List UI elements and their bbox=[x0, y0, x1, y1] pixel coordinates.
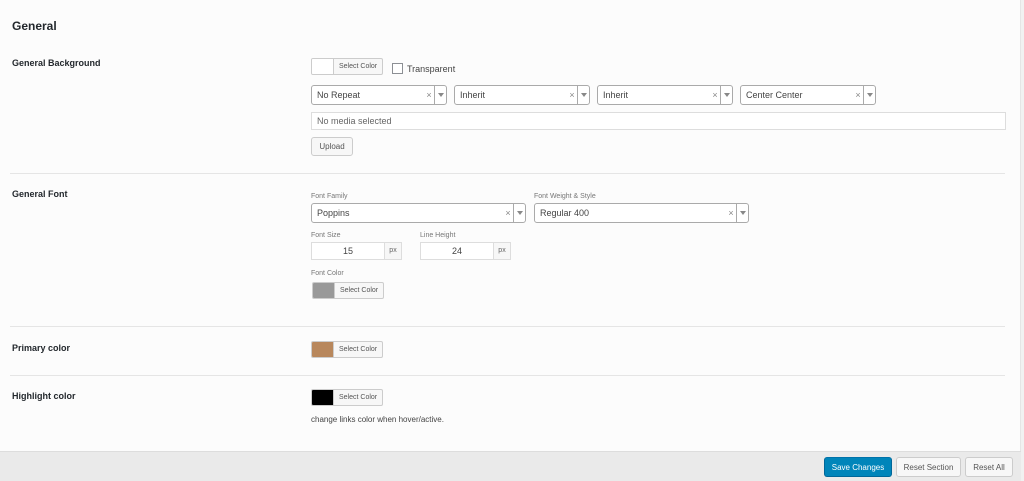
background-attachment-select[interactable]: Inherit × bbox=[454, 85, 590, 105]
chevron-down-icon[interactable] bbox=[720, 86, 732, 104]
font-color-swatch[interactable] bbox=[313, 283, 335, 298]
font-size-input[interactable]: 15 px bbox=[311, 242, 402, 260]
divider bbox=[10, 375, 1005, 376]
general-font-label: General Font bbox=[12, 189, 68, 199]
select-color-button[interactable]: Select Color bbox=[335, 283, 383, 298]
highlight-color-label: Highlight color bbox=[12, 391, 76, 401]
select-color-button[interactable]: Select Color bbox=[334, 390, 382, 405]
line-height-value[interactable]: 24 bbox=[421, 243, 493, 259]
clear-icon[interactable]: × bbox=[424, 90, 434, 100]
unit-label: px bbox=[493, 243, 510, 259]
upload-button[interactable]: Upload bbox=[311, 137, 353, 156]
clear-icon[interactable]: × bbox=[726, 208, 736, 218]
background-position-select[interactable]: Center Center × bbox=[740, 85, 876, 105]
reset-section-button[interactable]: Reset Section bbox=[896, 457, 961, 477]
font-color-picker[interactable]: Select Color bbox=[312, 282, 385, 299]
media-url-field[interactable]: No media selected bbox=[311, 112, 1006, 130]
section-title: General bbox=[12, 19, 57, 33]
line-height-label: Line Height bbox=[420, 232, 456, 239]
select-color-button[interactable]: Select Color bbox=[334, 59, 382, 74]
clear-icon[interactable]: × bbox=[710, 90, 720, 100]
save-changes-button[interactable]: Save Changes bbox=[824, 457, 892, 477]
background-repeat-select[interactable]: No Repeat × bbox=[311, 85, 447, 105]
font-weight-select[interactable]: Regular 400 × bbox=[534, 203, 749, 223]
divider bbox=[10, 326, 1005, 327]
font-color-label: Font Color bbox=[311, 270, 344, 277]
unit-label: px bbox=[384, 243, 401, 259]
chevron-down-icon[interactable] bbox=[434, 86, 446, 104]
clear-icon[interactable]: × bbox=[503, 208, 513, 218]
chevron-down-icon[interactable] bbox=[863, 86, 875, 104]
highlight-color-picker[interactable]: Select Color bbox=[311, 389, 384, 406]
general-background-label: General Background bbox=[12, 58, 101, 68]
font-family-label: Font Family bbox=[311, 193, 348, 200]
clear-icon[interactable]: × bbox=[567, 90, 577, 100]
select-value: Center Center bbox=[746, 90, 803, 100]
select-value: Regular 400 bbox=[540, 208, 590, 218]
font-family-select[interactable]: Poppins × bbox=[311, 203, 526, 223]
font-size-value[interactable]: 15 bbox=[312, 243, 384, 259]
line-height-input[interactable]: 24 px bbox=[420, 242, 511, 260]
font-weight-label: Font Weight & Style bbox=[534, 193, 596, 200]
chevron-down-icon[interactable] bbox=[736, 204, 748, 222]
transparent-checkbox[interactable] bbox=[392, 63, 403, 74]
select-value: Poppins bbox=[317, 208, 350, 218]
general-background-swatch[interactable] bbox=[312, 59, 334, 74]
footer-bar: Save Changes Reset Section Reset All bbox=[0, 451, 1021, 481]
font-size-label: Font Size bbox=[311, 232, 341, 239]
primary-color-swatch[interactable] bbox=[312, 342, 334, 357]
options-panel: General General Background Select Color … bbox=[0, 0, 1021, 451]
chevron-down-icon[interactable] bbox=[577, 86, 589, 104]
select-value: Inherit bbox=[603, 90, 629, 100]
primary-color-label: Primary color bbox=[12, 343, 71, 353]
background-size-select[interactable]: Inherit × bbox=[597, 85, 733, 105]
primary-color-picker[interactable]: Select Color bbox=[311, 341, 384, 358]
highlight-color-swatch[interactable] bbox=[312, 390, 334, 405]
transparent-label: Transparent bbox=[407, 64, 456, 74]
select-value: No Repeat bbox=[317, 90, 361, 100]
select-value: Inherit bbox=[460, 90, 486, 100]
clear-icon[interactable]: × bbox=[853, 90, 863, 100]
divider bbox=[10, 173, 1005, 174]
highlight-color-description: change links color when hover/active. bbox=[311, 415, 444, 424]
chevron-down-icon[interactable] bbox=[513, 204, 525, 222]
select-color-button[interactable]: Select Color bbox=[334, 342, 382, 357]
general-background-color-picker[interactable]: Select Color bbox=[311, 58, 384, 75]
reset-all-button[interactable]: Reset All bbox=[965, 457, 1013, 477]
